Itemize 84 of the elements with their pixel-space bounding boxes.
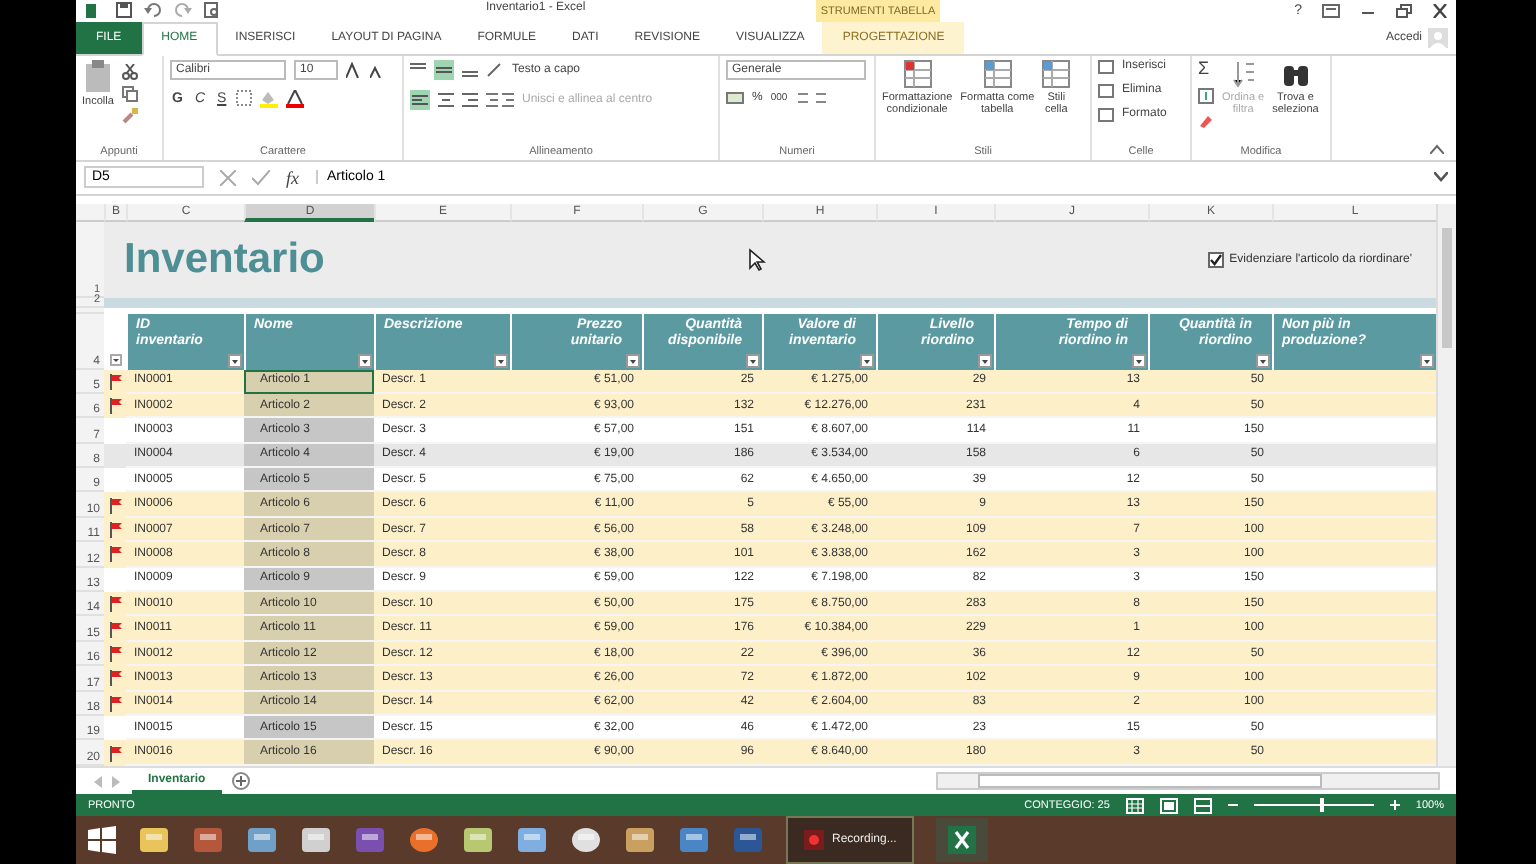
note-icon[interactable]	[462, 824, 494, 856]
table-cell	[104, 443, 126, 469]
scroll-thumb[interactable]	[1442, 227, 1452, 348]
ribbon-display-icon[interactable]	[1322, 3, 1340, 18]
page-layout-icon[interactable]	[1159, 797, 1178, 814]
excel-logo-icon	[948, 826, 977, 854]
fill-icon[interactable]	[1198, 87, 1214, 104]
zoom-in-button[interactable]	[1389, 800, 1400, 811]
brush-icon[interactable]	[121, 107, 138, 124]
filter-dropdown-icon[interactable]	[109, 353, 121, 366]
flag-icon	[109, 546, 121, 563]
insert-function-button[interactable]: fx	[286, 167, 299, 188]
cube-icon[interactable]	[678, 824, 710, 856]
flag-icon	[109, 646, 121, 662]
filter-dropdown-icon[interactable]	[860, 353, 874, 368]
flag-icon	[109, 373, 121, 390]
expand-icon[interactable]	[1434, 172, 1448, 183]
folder-icon[interactable]	[138, 824, 170, 856]
sheet-title: Inventario	[124, 235, 325, 284]
eraser-icon[interactable]	[1198, 113, 1214, 130]
check-icon[interactable]	[252, 169, 270, 186]
table-style-icon[interactable]	[1042, 59, 1071, 88]
currency-icon[interactable]	[726, 89, 744, 106]
filter-dropdown-icon[interactable]	[358, 353, 372, 368]
filter-dropdown-icon[interactable]	[1420, 353, 1434, 368]
flag-icon	[109, 497, 121, 514]
align-right-icon[interactable]	[462, 91, 478, 108]
collapse-ribbon-icon[interactable]	[1430, 143, 1444, 154]
add-sheet-icon[interactable]	[231, 772, 250, 791]
filter-dropdown-icon[interactable]	[494, 353, 508, 368]
border-icon[interactable]	[236, 90, 253, 107]
flag-icon	[109, 670, 121, 687]
flag-icon	[109, 522, 121, 539]
zoom-out-button[interactable]	[1227, 800, 1238, 811]
record-icon	[804, 830, 824, 850]
page-break-icon[interactable]	[1193, 797, 1212, 814]
move-cursor-icon	[747, 247, 766, 272]
horizontal-scrollbar[interactable]	[936, 772, 1440, 791]
table-style-icon[interactable]	[983, 59, 1012, 88]
font-color-icon[interactable]	[286, 89, 305, 108]
save-icon[interactable]	[116, 2, 132, 19]
filter-dropdown-icon[interactable]	[1132, 353, 1146, 368]
shrink-font-icon[interactable]	[370, 61, 384, 78]
calculator-icon[interactable]	[246, 824, 278, 856]
document-icon[interactable]	[732, 824, 764, 856]
decimal-icon[interactable]	[795, 89, 828, 106]
app-icon[interactable]	[192, 824, 224, 856]
checkbox[interactable]	[1207, 251, 1224, 268]
flag-icon	[109, 621, 121, 638]
table-style-icon[interactable]	[903, 59, 932, 88]
clipboard-icon[interactable]	[83, 59, 112, 92]
align-middle-icon[interactable]	[434, 59, 454, 80]
windows-logo-icon[interactable]	[88, 826, 116, 854]
flag-icon	[109, 695, 121, 712]
filter-dropdown-icon[interactable]	[978, 353, 992, 368]
align-left-icon[interactable]	[410, 89, 430, 110]
app-icon[interactable]	[516, 824, 548, 856]
filter-dropdown-icon[interactable]	[228, 353, 242, 368]
app-icon[interactable]	[354, 824, 386, 856]
print-preview-icon[interactable]	[204, 2, 220, 19]
orientation-icon[interactable]	[486, 61, 504, 78]
copy-icon[interactable]	[121, 85, 138, 102]
vertical-scrollbar[interactable]	[1436, 203, 1456, 767]
palette-icon[interactable]	[624, 824, 656, 856]
grow-font-icon[interactable]	[346, 61, 362, 78]
taskbar-button[interactable]	[936, 818, 989, 862]
flag-icon	[109, 745, 121, 762]
flag-icon	[109, 596, 121, 613]
cloud-icon[interactable]	[300, 824, 332, 856]
scissors-icon[interactable]	[121, 63, 138, 80]
flag-icon	[109, 398, 121, 415]
globe-icon[interactable]	[408, 824, 440, 856]
indent-icon[interactable]	[486, 91, 514, 108]
normal-view-icon[interactable]	[1125, 797, 1144, 814]
undo-icon[interactable]	[144, 2, 162, 19]
align-center-icon[interactable]	[438, 91, 454, 108]
fill-color-icon[interactable]	[260, 89, 279, 108]
filter-dropdown-icon[interactable]	[1256, 353, 1270, 368]
autosum-button[interactable]: Σ	[1198, 59, 1214, 78]
close-icon[interactable]	[1432, 3, 1448, 18]
filter-dropdown-icon[interactable]	[746, 353, 760, 368]
restore-icon[interactable]	[1396, 3, 1412, 18]
filter-dropdown-icon[interactable]	[626, 353, 640, 368]
sort-icon[interactable]	[1231, 59, 1256, 88]
